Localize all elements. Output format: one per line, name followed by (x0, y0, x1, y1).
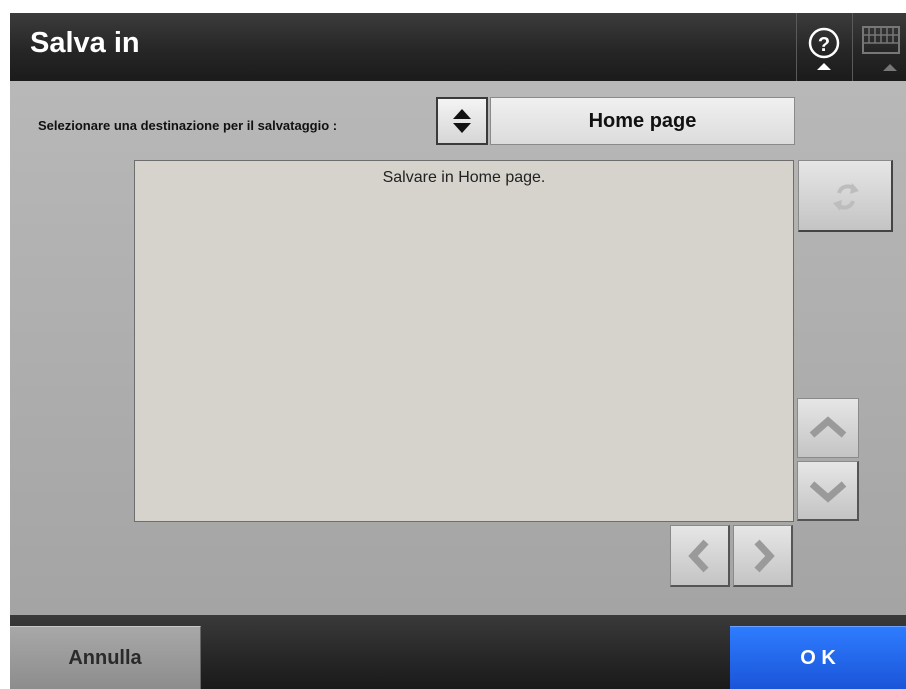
content-area: Selezionare una destinazione per il salv… (10, 81, 906, 615)
footer-bar: Annulla O K (10, 615, 906, 689)
chevron-up-icon (809, 416, 847, 438)
chevron-down-icon (809, 481, 847, 503)
cancel-button[interactable]: Annulla (10, 626, 201, 689)
destination-label: Selezionare una destinazione per il salv… (38, 118, 338, 133)
chevron-left-icon (688, 539, 709, 573)
keyboard-icon (862, 26, 900, 71)
help-button[interactable]: ? (796, 13, 851, 81)
dialog-window: Salva in ? Selezionare una destinazione … (10, 13, 906, 689)
dialog-title: Salva in (30, 27, 140, 59)
ok-button[interactable]: O K (730, 626, 906, 689)
folder-list-panel[interactable]: Salvare in Home page. (134, 160, 794, 522)
chevron-right-icon (754, 539, 775, 573)
keyboard-button[interactable] (852, 13, 906, 81)
scroll-up-button[interactable] (797, 398, 859, 458)
panel-message: Salvare in Home page. (382, 169, 546, 186)
help-icon: ? (808, 27, 840, 70)
scroll-right-button[interactable] (733, 525, 793, 587)
scroll-down-button[interactable] (797, 461, 859, 521)
svg-text:?: ? (818, 34, 830, 56)
destination-value[interactable]: Home page (490, 97, 795, 145)
title-bar: Salva in ? (10, 13, 906, 81)
refresh-button[interactable] (798, 160, 893, 232)
scroll-left-button[interactable] (670, 525, 730, 587)
destination-selector-button[interactable] (436, 97, 488, 145)
up-down-arrows-icon (453, 109, 471, 133)
refresh-icon (833, 183, 859, 211)
